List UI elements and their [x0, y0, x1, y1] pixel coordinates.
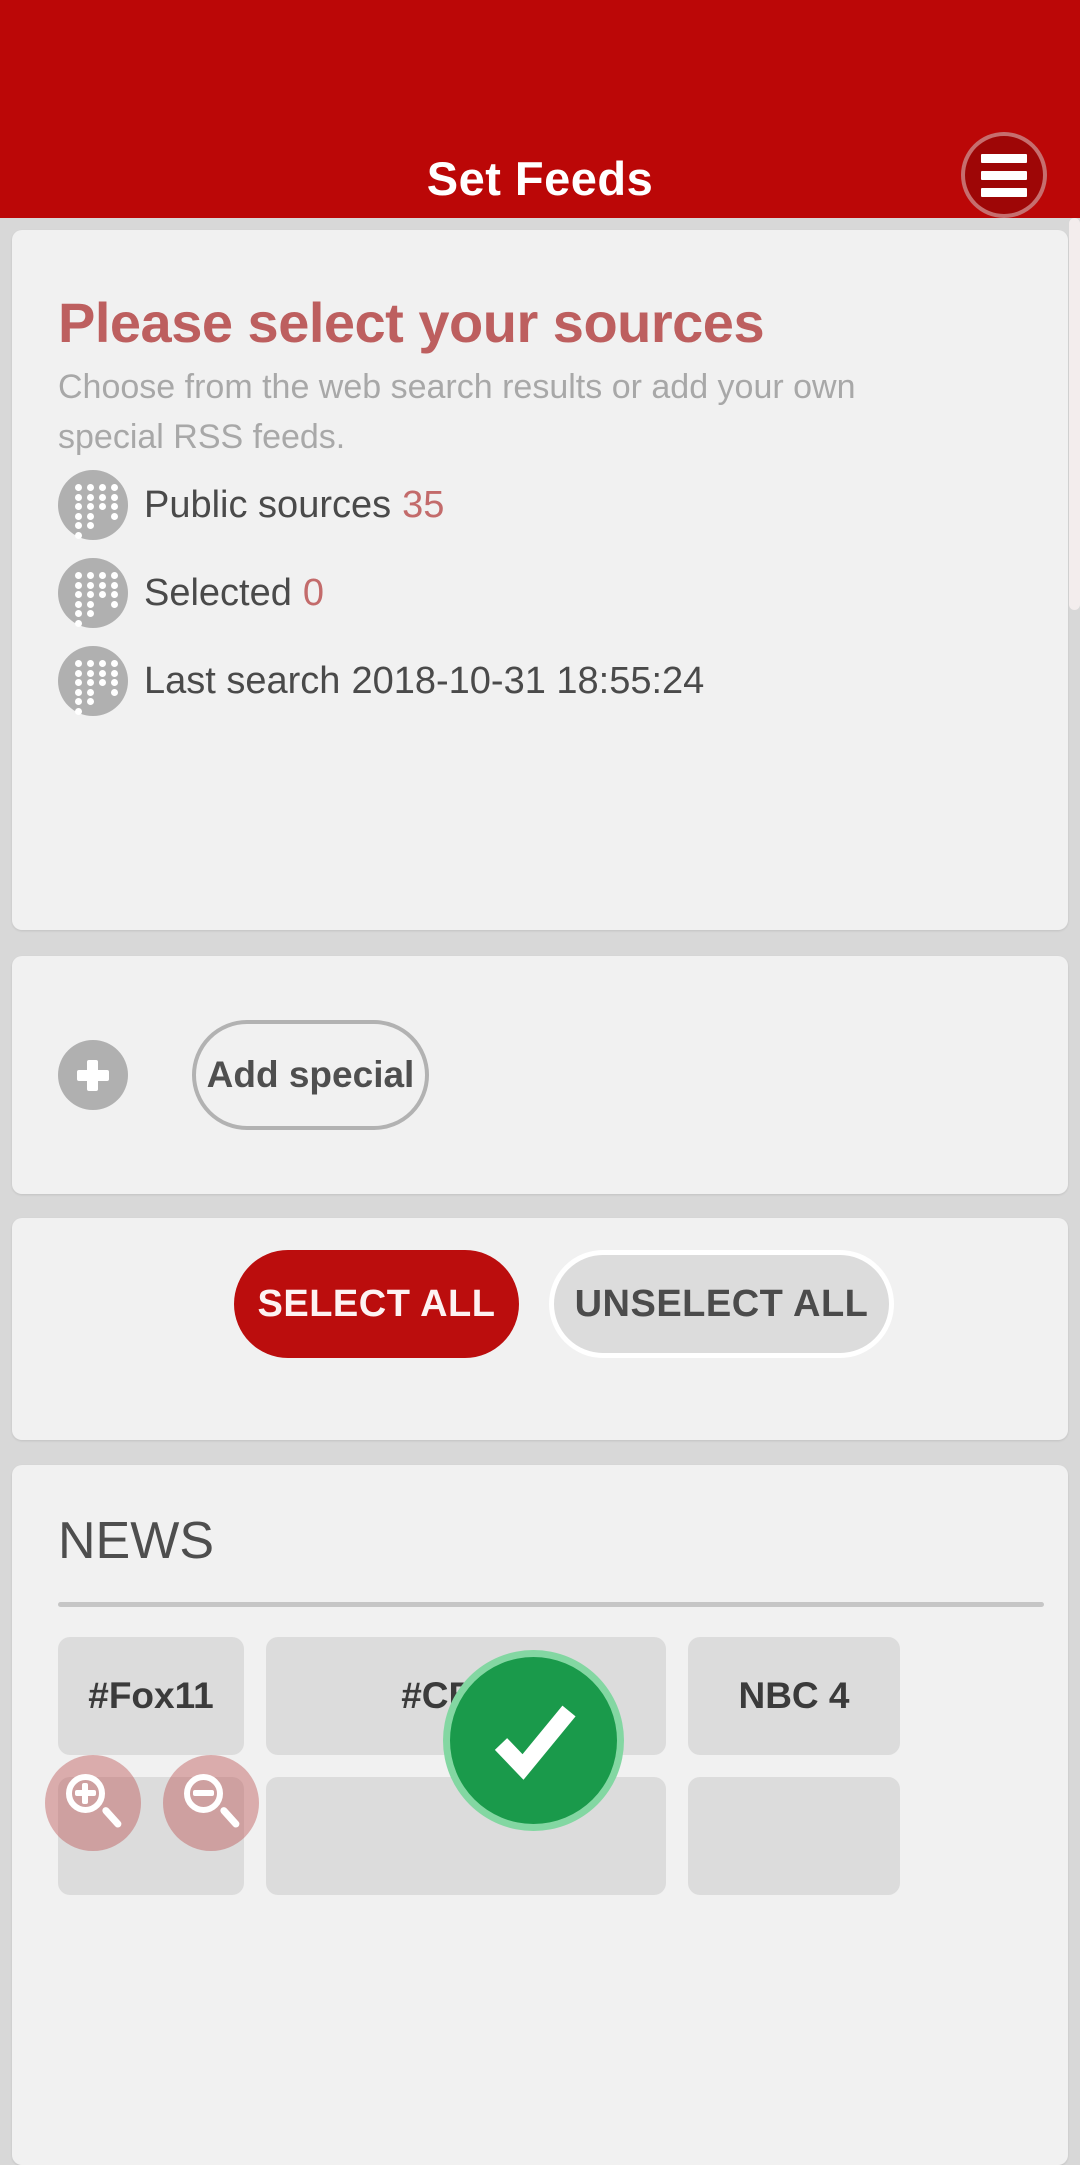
unselect-all-label: UNSELECT ALL [574, 1282, 869, 1325]
magnifier-minus-glyph [180, 1772, 242, 1834]
magnifier-plus-icon[interactable] [45, 1755, 141, 1851]
magnifier-handle [100, 1805, 123, 1829]
info-label-public-sources: Public sources [144, 483, 392, 526]
vertical-scrollbar-track[interactable] [1069, 218, 1080, 1920]
add-special-button[interactable]: Add special [192, 1020, 429, 1130]
plus-icon[interactable] [58, 1040, 128, 1110]
vertical-scrollbar-thumb[interactable] [1069, 218, 1080, 610]
magnifier-plus-glyph [62, 1772, 124, 1834]
plus-vertical [82, 1783, 88, 1804]
sources-heading: Please select your sources [58, 291, 765, 354]
news-chip[interactable]: #Fox11 [58, 1637, 244, 1755]
info-row-selected[interactable]: Selected 0 [58, 558, 324, 628]
news-chip[interactable]: NBC 4 [688, 1637, 900, 1755]
info-row-last-search[interactable]: Last search 2018-10-31 18:55:24 [58, 646, 704, 716]
rss-dots-icon [58, 646, 128, 716]
magnifier-handle [218, 1805, 241, 1829]
unselect-all-button[interactable]: UNSELECT ALL [549, 1250, 894, 1358]
rss-dots-icon [58, 470, 128, 540]
minus-horizontal [193, 1790, 214, 1796]
sources-subtitle: Choose from the web search results or ad… [58, 368, 856, 456]
bulk-actions-card: SELECT ALL UNSELECT ALL [12, 1218, 1068, 1440]
add-special-card: Add special [12, 956, 1068, 1194]
hamburger-menu-icon[interactable] [961, 132, 1047, 218]
magnifier-minus-icon[interactable] [163, 1755, 259, 1851]
menu-bar-2 [981, 170, 1027, 180]
add-special-label: Add special [206, 1054, 415, 1095]
rss-dots-icon [58, 558, 128, 628]
menu-bar-3 [981, 187, 1027, 197]
menu-bar-1 [981, 153, 1027, 163]
info-row-public-sources[interactable]: Public sources 35 [58, 470, 444, 540]
news-section-title: NEWS [58, 1512, 214, 1570]
info-value-last-search: 2018-10-31 18:55:24 [351, 659, 705, 702]
select-all-label: SELECT ALL [257, 1282, 496, 1325]
page-title: Set Feeds [426, 152, 654, 205]
app-header: Set Feeds [0, 0, 1080, 218]
news-divider [58, 1602, 1044, 1607]
news-chip[interactable] [688, 1777, 900, 1895]
info-label-selected: Selected [144, 571, 292, 614]
select-all-button[interactable]: SELECT ALL [234, 1250, 519, 1358]
info-value-public-sources: 35 [402, 483, 445, 526]
sources-info-card: Please select your sources Choose from t… [12, 230, 1068, 930]
info-label-last-search: Last search [144, 659, 341, 702]
checkmark-icon[interactable] [443, 1650, 624, 1831]
info-value-selected: 0 [302, 571, 325, 614]
